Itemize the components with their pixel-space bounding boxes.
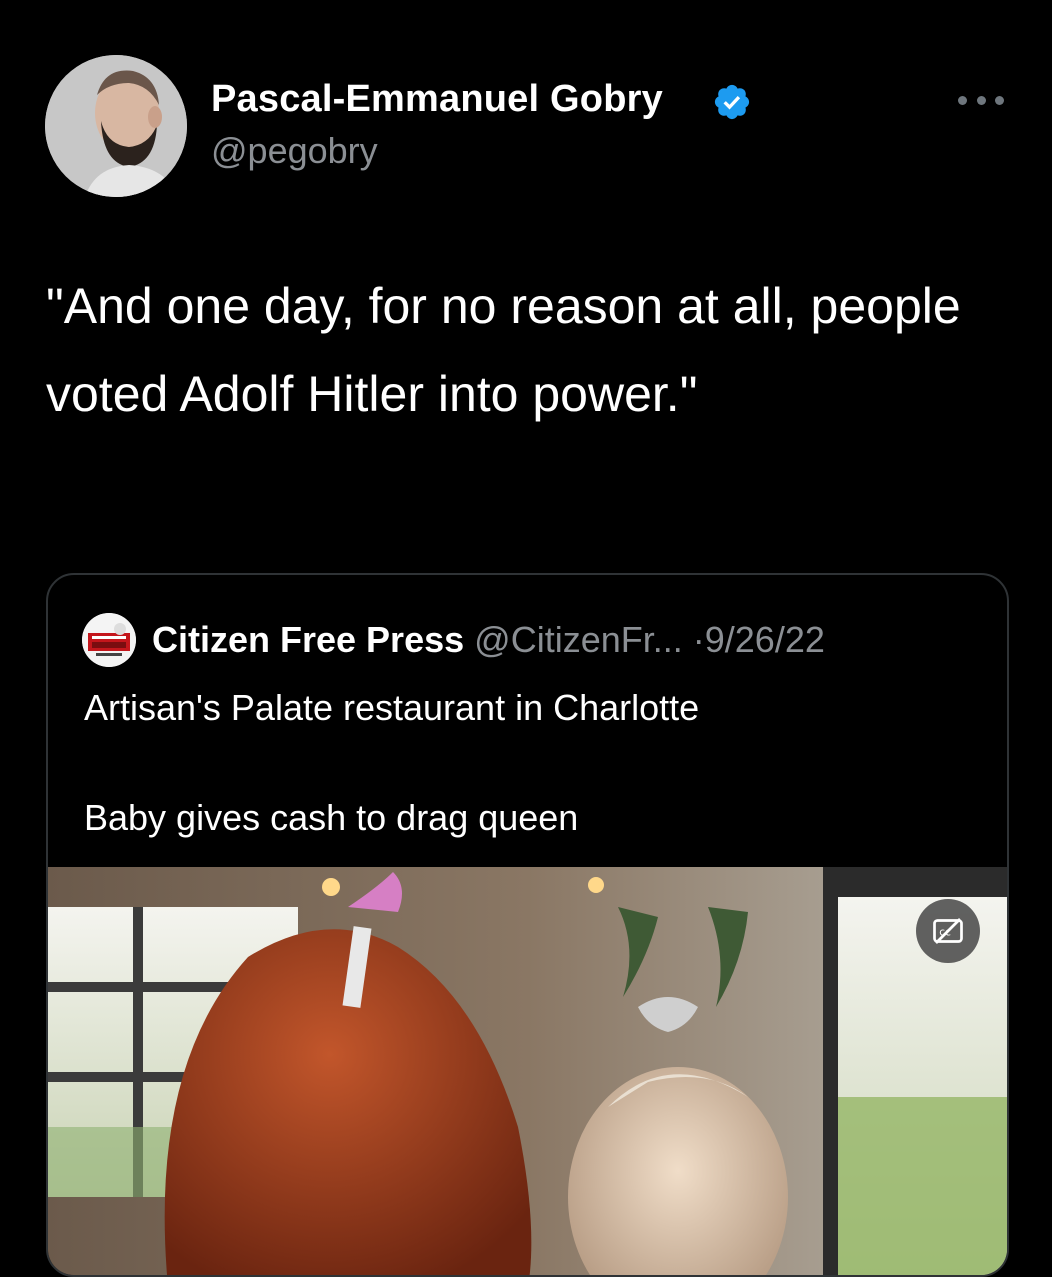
dot-icon <box>958 95 967 105</box>
more-options-icon[interactable] <box>958 90 1004 110</box>
author-avatar[interactable] <box>45 55 187 197</box>
quoted-tweet-card[interactable]: Citizen Free Press @CitizenFr... ·9/26/2… <box>46 573 1009 1277</box>
video-thumbnail <box>48 867 1007 1275</box>
author-name[interactable]: Pascal-Emmanuel Gobry <box>211 78 663 121</box>
tweet: Pascal-Emmanuel Gobry @pegobry "And one … <box>0 0 1052 1277</box>
quoted-author-name[interactable]: Citizen Free Press <box>152 619 464 660</box>
quoted-author-handle[interactable]: @CitizenFr... <box>474 619 683 660</box>
quoted-tweet-header: Citizen Free Press @CitizenFr... ·9/26/2… <box>152 619 825 661</box>
captions-off-icon[interactable]: cc <box>916 899 980 963</box>
dot-icon <box>976 95 986 105</box>
quoted-tweet-text-line-2: Baby gives cash to drag queen <box>84 797 579 838</box>
verified-badge-icon <box>714 84 750 120</box>
quoted-tweet-video[interactable]: cc <box>48 867 1007 1275</box>
tweet-text: "And one day, for no reason at all, peop… <box>46 278 961 422</box>
captions-glyph-icon: cc <box>933 918 963 944</box>
quoted-tweet-text-line-1: Artisan's Palate restaurant in Charlotte <box>84 687 700 728</box>
quoted-author-avatar[interactable] <box>82 613 136 667</box>
quoted-tweet-date[interactable]: 9/26/22 <box>705 619 825 660</box>
dot-icon <box>995 95 1004 105</box>
separator-dot: · <box>692 619 705 660</box>
author-handle[interactable]: @pegobry <box>211 130 378 172</box>
